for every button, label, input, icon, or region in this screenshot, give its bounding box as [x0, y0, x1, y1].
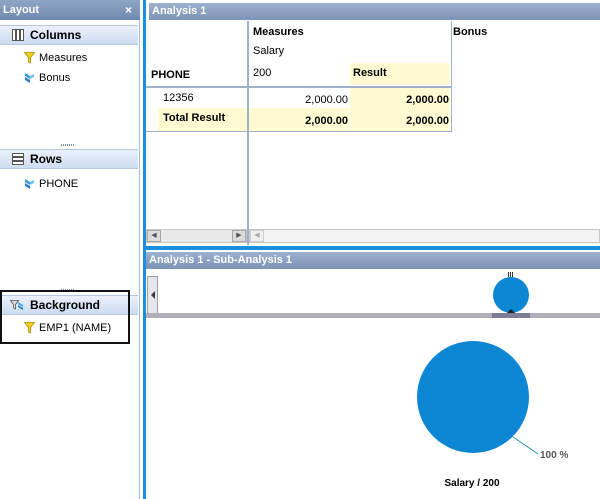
row-header-scrollbar[interactable]: ◀ ▶ — [146, 229, 247, 243]
section-splitter[interactable] — [61, 144, 75, 146]
dimension-icon — [25, 179, 34, 189]
bonus-header[interactable]: Bonus — [453, 26, 487, 38]
data-area-scrollbar[interactable]: ◀ — [249, 229, 600, 243]
layout-panel-title: Layout × — [0, 0, 140, 20]
column-item-bonus[interactable]: Bonus — [24, 71, 70, 85]
row-result: 2,000.00 — [406, 94, 449, 106]
scroll-left-icon[interactable]: ◀ — [147, 230, 161, 242]
background-highlight-frame — [0, 290, 130, 344]
result-header[interactable]: Result — [353, 67, 387, 79]
category-label: Salary / 200 — [444, 478, 499, 489]
navigator-pointer-icon — [507, 309, 515, 313]
scroll-left-icon[interactable]: ◀ — [250, 230, 264, 242]
analysis-title-bar: Analysis 1 — [149, 3, 600, 20]
analysis-splitter[interactable] — [143, 246, 600, 250]
pie-slice[interactable] — [417, 341, 529, 453]
sub-analysis-title: Analysis 1 - Sub-Analysis 1 — [149, 254, 293, 266]
rows-label: Rows — [30, 152, 63, 166]
rows-icon — [12, 153, 24, 165]
slice-percent-label: 100 % — [540, 450, 568, 461]
filter-icon — [24, 52, 35, 64]
analysis-title: Analysis 1 — [152, 5, 207, 17]
column-item-measures[interactable]: Measures — [24, 51, 87, 65]
phone-row-header[interactable]: PHONE — [151, 69, 190, 81]
navigator-track[interactable] — [146, 313, 600, 318]
column-divider — [248, 21, 249, 245]
row-item-label: PHONE — [39, 178, 79, 190]
column-item-label: Bonus — [39, 72, 71, 84]
measure-key[interactable]: 200 — [253, 67, 271, 79]
navigator-selection[interactable] — [492, 313, 530, 318]
columns-icon — [12, 29, 24, 41]
close-icon[interactable]: × — [125, 0, 132, 20]
total-row-value: 2,000.00 — [305, 115, 348, 127]
measure-name[interactable]: Salary — [253, 45, 284, 57]
row-key[interactable]: 12356 — [163, 92, 194, 104]
rows-section-header[interactable]: Rows — [0, 149, 138, 169]
chart-navigator[interactable] — [146, 272, 600, 320]
total-row-key[interactable]: Total Result — [163, 112, 225, 124]
navigator-left-handle[interactable] — [147, 276, 158, 314]
header-divider — [146, 87, 452, 88]
layout-title-text: Layout — [3, 4, 40, 16]
columns-label: Columns — [30, 28, 82, 42]
columns-section-header[interactable]: Columns — [0, 25, 138, 45]
pie-chart: 100 % Salary / 200 — [417, 341, 568, 489]
dimension-icon — [25, 73, 34, 83]
row-divider — [146, 131, 452, 132]
column-divider — [451, 21, 452, 131]
row-value: 2,000.00 — [305, 94, 348, 106]
total-row-result: 2,000.00 — [406, 115, 449, 127]
slice-leader-line — [512, 436, 539, 455]
row-item-phone[interactable]: PHONE — [24, 177, 78, 191]
column-item-label: Measures — [39, 52, 88, 64]
scroll-right-icon[interactable]: ▶ — [232, 230, 246, 242]
sub-analysis-title-bar: Analysis 1 - Sub-Analysis 1 — [146, 252, 600, 269]
measures-header[interactable]: Measures — [253, 26, 304, 38]
layout-panel: Layout × Columns Measures Bonus Rows PHO… — [0, 0, 140, 499]
crosstab: Measures Bonus Salary 200 Result PHONE 1… — [146, 21, 600, 245]
